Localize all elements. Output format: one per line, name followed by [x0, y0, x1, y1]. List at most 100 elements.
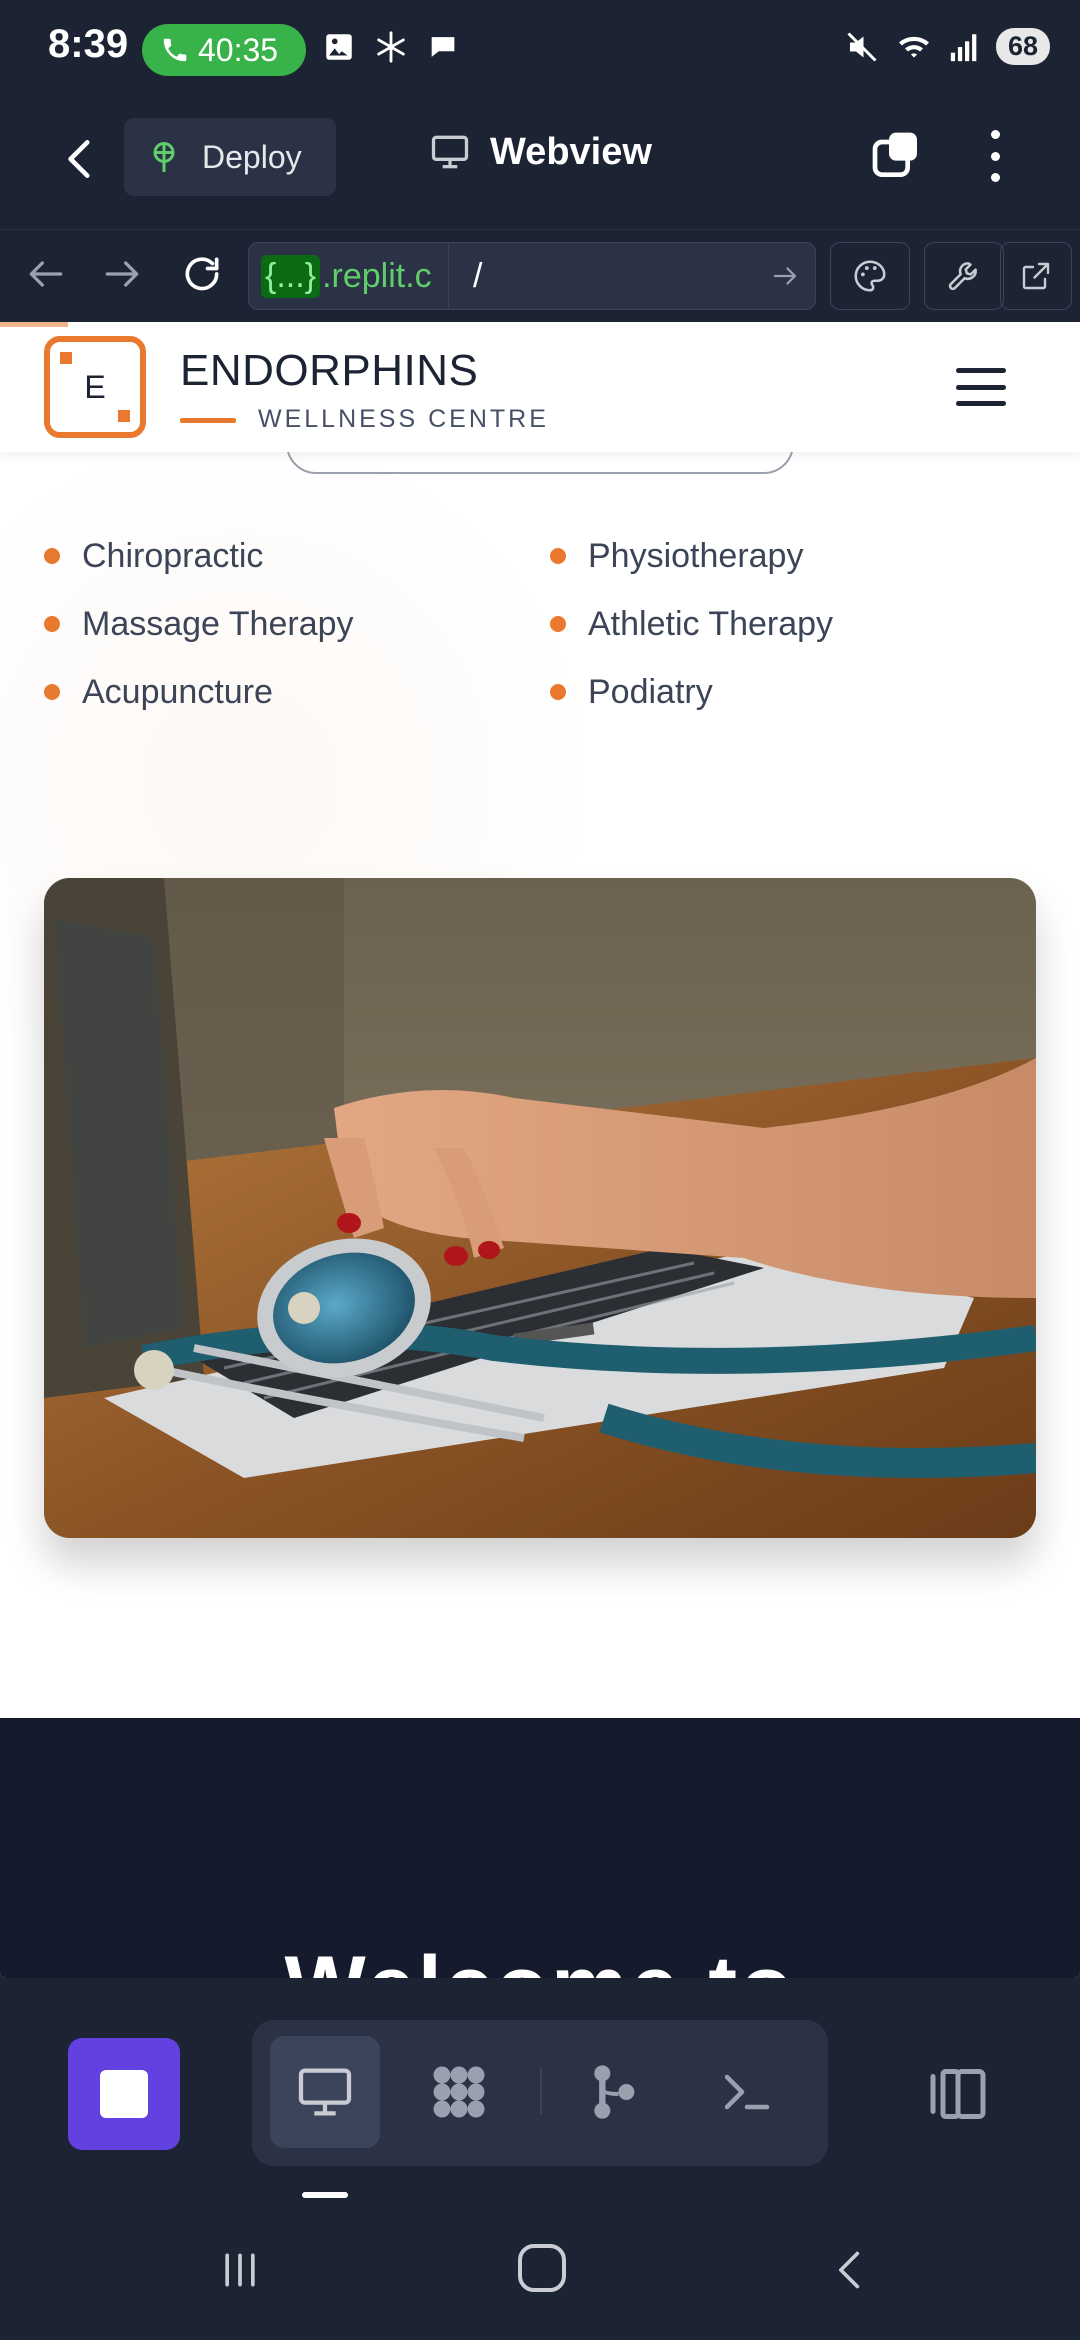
bottom-toolbar [0, 1978, 1080, 2200]
service-item: Chiropractic [44, 532, 550, 580]
bullet-icon [550, 616, 566, 632]
service-item: Acupuncture [44, 668, 550, 716]
snowflake-icon [377, 31, 405, 63]
chat-bubble-icon [431, 37, 455, 57]
menu-bar [956, 401, 1006, 406]
external-link-icon [1022, 262, 1050, 290]
service-label: Physiotherapy [588, 536, 804, 575]
back-button[interactable] [56, 134, 106, 184]
git-tool-button[interactable] [558, 2036, 668, 2148]
kebab-dot [990, 173, 1000, 182]
deploy-label: Deploy [202, 138, 302, 175]
laptop-stethoscope-photo [44, 878, 1036, 1538]
home-button[interactable] [518, 2244, 566, 2292]
split-view-icon [930, 2069, 986, 2119]
browser-bar: {...} .replit.c / [0, 230, 1080, 322]
chevron-left-icon [68, 140, 90, 178]
services-list: Chiropractic Physiotherapy Massage Thera… [44, 532, 1044, 716]
arrow-left-icon [29, 261, 63, 287]
git-branch-icon [594, 2065, 635, 2119]
active-tab-indicator [302, 2192, 348, 2198]
kebab-dot [990, 151, 1000, 161]
more-options-button[interactable] [980, 124, 1010, 188]
tool-switcher [252, 2020, 828, 2166]
call-duration: 40:35 [198, 31, 279, 68]
signal-icon [950, 33, 977, 61]
brand-name[interactable]: ENDORPHINS [180, 346, 478, 396]
service-label: Acupuncture [82, 672, 273, 711]
service-item: Podiatry [550, 668, 1044, 716]
recents-button[interactable] [218, 2248, 262, 2296]
wrench-icon [948, 262, 977, 291]
site-logo[interactable]: E [44, 336, 146, 438]
monitor-icon [298, 2068, 352, 2116]
system-nav-bar [0, 2200, 1080, 2340]
webview-content: E ENDORPHINS WELLNESS CENTRE Chiropracti… [0, 322, 1080, 1978]
section-title: Welcome to [0, 1938, 1080, 1978]
app-top-bar: Deploy Webview [0, 100, 1080, 230]
kebab-dot [990, 130, 1000, 139]
bullet-icon [550, 684, 566, 700]
service-item: Athletic Therapy [550, 600, 1044, 648]
browser-back-button[interactable] [24, 252, 68, 296]
monitor-icon [431, 135, 469, 169]
arrow-right-icon [773, 267, 797, 285]
mute-icon [847, 31, 877, 62]
bullet-icon [44, 616, 60, 632]
split-view-button[interactable] [924, 2064, 992, 2124]
devtools-tool-button[interactable] [404, 2036, 514, 2148]
brand-tagline: WELLNESS CENTRE [258, 405, 549, 433]
system-back-button[interactable] [828, 2248, 872, 2296]
gallery-icon [326, 34, 352, 60]
hamburger-menu-button[interactable] [956, 368, 1006, 406]
ongoing-call-pill[interactable]: 40:35 [142, 24, 306, 76]
arrow-right-icon [105, 261, 139, 287]
deploy-button[interactable]: Deploy [124, 118, 336, 196]
palette-icon [854, 260, 886, 292]
welcome-section: Welcome to [0, 1718, 1080, 1978]
browser-forward-button[interactable] [100, 252, 144, 296]
battery-level: 68 [995, 28, 1050, 65]
bullet-icon [44, 548, 60, 564]
photo-illustration [44, 878, 1036, 1538]
preview-tool-button[interactable] [270, 2036, 380, 2148]
service-label: Massage Therapy [82, 604, 354, 643]
logo-accent-dot [118, 410, 130, 422]
service-label: Podiatry [588, 672, 713, 711]
stop-button[interactable] [68, 2038, 180, 2150]
service-label: Athletic Therapy [588, 604, 834, 643]
recents-icon [225, 2253, 255, 2287]
shell-tool-button[interactable] [692, 2036, 802, 2148]
tabs-button[interactable] [868, 128, 924, 184]
dots-grid-icon [433, 2066, 485, 2118]
service-item: Massage Therapy [44, 600, 550, 648]
service-label: Chiropractic [82, 536, 264, 575]
clock: 8:39 [48, 22, 129, 66]
url-host[interactable]: {...} .replit.c [249, 243, 449, 309]
logo-letter: E [84, 368, 106, 405]
toolbar-divider [540, 2068, 542, 2114]
menu-bar [956, 368, 1006, 373]
status-bar: 8:39 40:35 68 [0, 0, 1080, 100]
terminal-icon [724, 2074, 770, 2110]
go-button[interactable] [755, 261, 815, 291]
url-path-input[interactable]: / [449, 257, 755, 296]
deploy-icon [153, 142, 175, 172]
url-host-badge: {...} [261, 254, 321, 298]
webview-tab-title[interactable]: Webview [428, 130, 652, 174]
theme-button[interactable] [830, 242, 910, 310]
devtools-button[interactable] [924, 242, 1004, 310]
menu-bar [956, 384, 1006, 390]
bullet-icon [550, 548, 566, 564]
open-external-button[interactable] [1000, 242, 1072, 310]
wifi-icon [898, 36, 929, 57]
logo-accent-dot [60, 352, 72, 364]
webview-title: Webview [490, 130, 652, 173]
url-bar[interactable]: {...} .replit.c / [248, 242, 816, 310]
tabs-icon [872, 132, 917, 177]
reload-button[interactable] [180, 252, 224, 296]
service-item: Physiotherapy [550, 532, 1044, 580]
bullet-icon [44, 684, 60, 700]
url-host-text: .replit.c [322, 256, 432, 295]
chevron-left-icon [839, 2251, 860, 2289]
